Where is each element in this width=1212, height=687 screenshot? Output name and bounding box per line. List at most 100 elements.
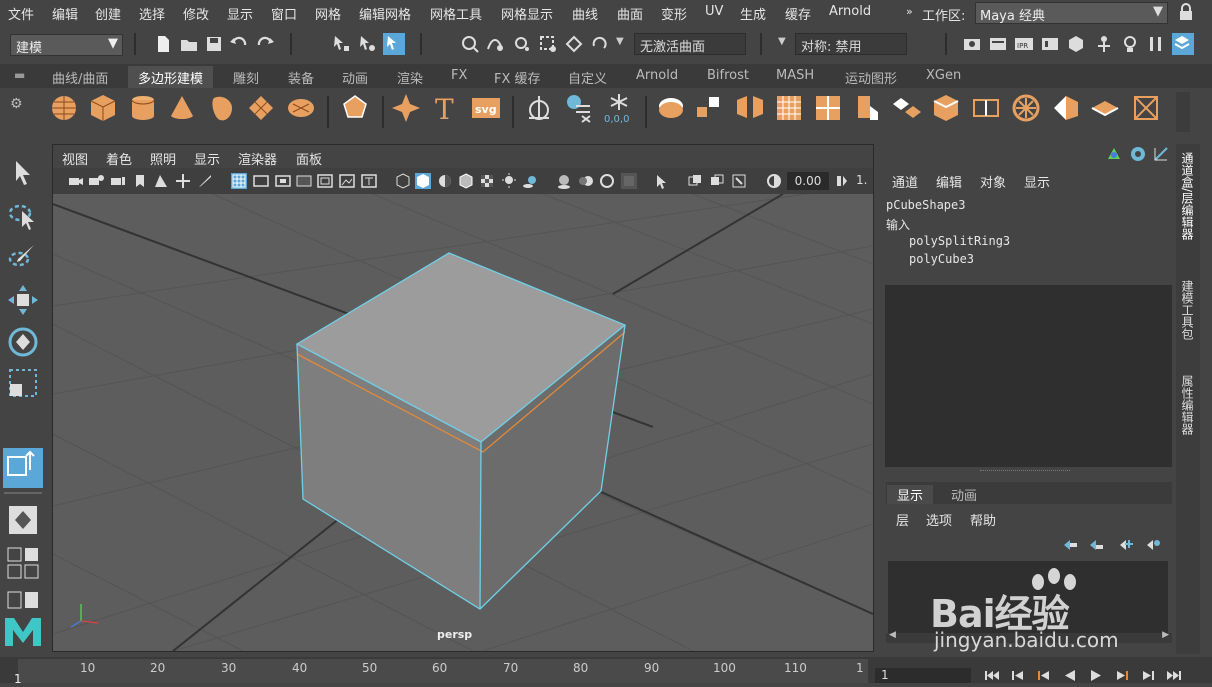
tab-mash[interactable]: MASH <box>770 66 820 90</box>
menu-set-select[interactable]: 建模 ▼ <box>10 34 123 56</box>
symmetry-field[interactable]: 对称: 禁用 <box>795 33 907 55</box>
splitter-handle[interactable] <box>980 470 1070 473</box>
extrude-icon[interactable] <box>852 92 884 124</box>
current-frame-field[interactable]: 1 <box>875 668 971 683</box>
snap-point-icon[interactable] <box>512 34 532 54</box>
persp-viewport[interactable] <box>53 194 873 651</box>
channel-box-layout-icon[interactable] <box>1105 146 1123 162</box>
channel-menu-object[interactable]: 对象 <box>980 172 1006 191</box>
bevel-icon[interactable] <box>930 92 962 124</box>
platonic-solid-icon[interactable] <box>339 92 371 124</box>
screen-space-ao-icon[interactable] <box>556 173 572 189</box>
exposure-icon[interactable] <box>766 173 782 189</box>
viewport-menu-renderer[interactable]: 渲染器 <box>238 149 277 168</box>
tab-motion-graphics[interactable]: 运动图形 <box>839 66 903 90</box>
safe-title-icon[interactable] <box>361 173 377 189</box>
tab-arnold[interactable]: Arnold <box>630 66 684 90</box>
poly-torus-icon[interactable] <box>206 92 238 124</box>
input-node[interactable]: polyCube3 <box>909 252 974 266</box>
lock-icon[interactable] <box>1176 2 1196 22</box>
shelf-menu-icon[interactable]: ▬ <box>14 66 25 90</box>
workspace-select[interactable]: Maya 经典 ▼ <box>975 2 1168 24</box>
textured-icon[interactable] <box>479 173 495 189</box>
resolution-gate-icon[interactable] <box>275 173 291 189</box>
shape-node-name[interactable]: pCubeShape3 <box>886 198 965 212</box>
wireframe-icon[interactable] <box>395 173 411 189</box>
toggle-channel-box-icon[interactable] <box>1172 33 1194 55</box>
multi-cut-icon[interactable] <box>1010 92 1042 124</box>
poly-plane-icon[interactable] <box>245 92 277 124</box>
tab-bifrost[interactable]: Bifrost <box>701 66 755 90</box>
menu-mesh[interactable]: 网格 <box>315 4 341 23</box>
move-layer-down-icon[interactable] <box>1088 538 1104 552</box>
xray-joints-icon[interactable] <box>731 173 747 189</box>
tab-custom[interactable]: 自定义 <box>562 66 613 90</box>
play-backward-icon[interactable] <box>1061 668 1079 683</box>
joint-icon[interactable] <box>1094 34 1114 54</box>
tab-rigging[interactable]: 装备 <box>282 66 320 90</box>
select-component-icon[interactable] <box>383 33 405 55</box>
smooth-shade-icon[interactable] <box>415 173 431 189</box>
quad-draw-icon[interactable] <box>1130 92 1162 124</box>
safe-action-icon[interactable] <box>339 173 355 189</box>
new-scene-icon[interactable] <box>153 34 173 54</box>
menu-cache[interactable]: 缓存 <box>785 4 811 23</box>
input-node[interactable]: polySplitRing3 <box>909 234 1010 248</box>
menu-uv[interactable]: UV <box>705 4 723 19</box>
settings-icon[interactable] <box>1146 34 1166 54</box>
tab-fx[interactable]: FX <box>445 66 473 90</box>
2d-pan-zoom-icon[interactable] <box>175 173 191 189</box>
side-tab-attribute-editor[interactable]: 属性编辑器 <box>1180 375 1196 435</box>
hypershade-icon[interactable] <box>1066 34 1086 54</box>
camera-attributes-icon[interactable] <box>88 173 104 189</box>
menu-modify[interactable]: 修改 <box>183 4 209 23</box>
channel-menu-show[interactable]: 显示 <box>1024 172 1050 191</box>
menu-surfaces[interactable]: 曲面 <box>617 4 643 23</box>
menu-mesh-display[interactable]: 网格显示 <box>501 4 553 23</box>
tab-fx-cache[interactable]: FX 缓存 <box>488 66 547 90</box>
render-frame-icon[interactable] <box>988 34 1008 54</box>
select-hierarchy-icon[interactable] <box>331 34 351 54</box>
viewport-menu-shading[interactable]: 着色 <box>106 149 132 168</box>
film-gate-icon[interactable] <box>253 173 269 189</box>
delete-history-icon[interactable] <box>562 92 594 124</box>
menu-mesh-tools[interactable]: 网格工具 <box>430 4 482 23</box>
single-pane-layout-icon[interactable] <box>6 503 40 537</box>
shelf-options-icon[interactable]: ⚙ <box>10 96 30 126</box>
menu-display[interactable]: 显示 <box>227 4 253 23</box>
side-tab-channel-box[interactable]: 通道盒/层编辑器 <box>1180 152 1196 240</box>
viewport-menu-view[interactable]: 视图 <box>62 149 88 168</box>
gamma-icon[interactable] <box>834 173 850 189</box>
exposure-value-field[interactable]: 0.00 <box>787 172 829 190</box>
render-view-icon[interactable] <box>962 34 982 54</box>
super-shape-icon[interactable] <box>390 92 422 124</box>
menu-file[interactable]: 文件 <box>8 4 34 23</box>
center-pivot-icon[interactable] <box>523 92 555 124</box>
side-tab-modeling-toolkit[interactable]: 建模工具包 <box>1180 280 1196 340</box>
tab-curves-surfaces[interactable]: 曲线/曲面 <box>44 66 116 90</box>
tab-anim-layers[interactable]: 动画 <box>941 485 987 504</box>
bridge-icon[interactable] <box>891 92 923 124</box>
motion-blur-icon[interactable] <box>578 173 594 189</box>
go-to-start-icon[interactable] <box>983 668 1001 683</box>
paint-select-tool-icon[interactable] <box>6 241 40 275</box>
mirror-icon[interactable] <box>734 92 766 124</box>
depth-of-field-icon[interactable] <box>621 173 637 189</box>
tab-xgen[interactable]: XGen <box>920 66 967 90</box>
select-object-icon[interactable] <box>357 34 377 54</box>
reduce-icon[interactable] <box>812 92 844 124</box>
field-chart-icon[interactable] <box>317 173 333 189</box>
layer-menu-layers[interactable]: 层 <box>896 510 909 529</box>
combine-icon[interactable] <box>655 92 687 124</box>
poly-cube-icon[interactable] <box>87 92 119 124</box>
new-layer-selected-icon[interactable] <box>1145 538 1161 552</box>
svg-tool-icon[interactable]: svg <box>470 92 502 124</box>
snap-view-plane-icon[interactable] <box>538 34 558 54</box>
wireframe-on-shaded-icon[interactable] <box>458 173 474 189</box>
menu-overflow-icon[interactable]: » <box>906 5 913 18</box>
scroll-right-icon[interactable]: ▶ <box>1162 630 1169 640</box>
grid-toggle-icon[interactable] <box>231 173 247 189</box>
menu-window[interactable]: 窗口 <box>271 4 297 23</box>
insert-edge-loop-icon[interactable] <box>970 92 1002 124</box>
target-weld-icon[interactable] <box>1050 92 1082 124</box>
